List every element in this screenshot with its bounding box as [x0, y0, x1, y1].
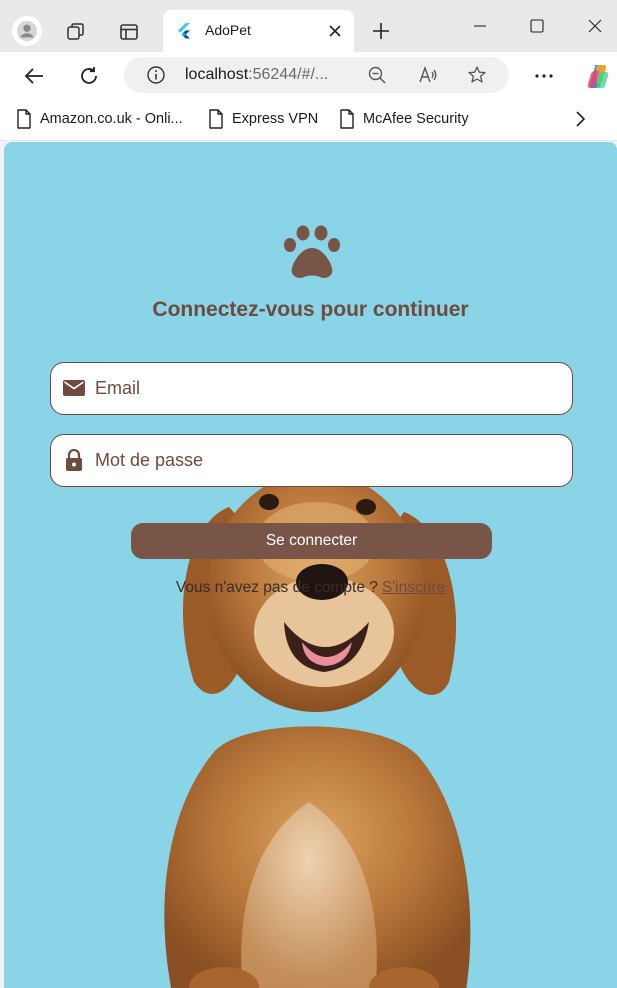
page-icon: [340, 109, 354, 129]
read-aloud-icon[interactable]: [418, 65, 438, 85]
bookmarks-bar: Amazon.co.uk - Onli... Express VPN McAfe…: [0, 98, 617, 141]
favorite-star-icon[interactable]: [467, 65, 487, 85]
chevron-right-icon[interactable]: [572, 110, 588, 128]
browser-tab-active[interactable]: AdoPet: [163, 10, 354, 52]
password-input[interactable]: [95, 435, 555, 485]
bookmark-label: Amazon.co.uk - Onli...: [40, 111, 183, 127]
site-info-icon[interactable]: [146, 65, 166, 85]
signup-prompt: Vous n'avez pas de compte ? S'inscrire: [4, 579, 617, 597]
maximize-icon[interactable]: [525, 14, 549, 38]
page-icon: [17, 109, 31, 129]
paw-icon: [284, 225, 340, 278]
bookmark-amazon[interactable]: Amazon.co.uk - Onli...: [16, 109, 183, 129]
vertical-tabs-icon[interactable]: [117, 20, 141, 44]
signup-link[interactable]: S'inscrire: [382, 579, 445, 596]
login-page: Connectez-vous pour continuer Se connect…: [4, 142, 617, 988]
profile-avatar[interactable]: [12, 16, 42, 46]
email-input[interactable]: [95, 363, 555, 413]
bookmark-label: McAfee Security: [363, 111, 469, 127]
page-icon: [209, 109, 223, 129]
page-title: Connectez-vous pour continuer: [152, 298, 469, 321]
back-arrow-icon[interactable]: [22, 64, 46, 88]
copilot-icon[interactable]: [584, 62, 612, 90]
no-account-text: Vous n'avez pas de compte ?: [175, 579, 378, 596]
password-field[interactable]: [50, 434, 573, 487]
url-text: localhost:56244/#/...: [185, 66, 328, 84]
envelope-icon: [63, 380, 85, 396]
tab-title: AdoPet: [205, 22, 251, 38]
lock-icon: [66, 448, 82, 471]
address-bar[interactable]: localhost:56244/#/...: [124, 57, 509, 93]
workspaces-icon[interactable]: [64, 20, 88, 44]
url-path: :56244/#/...: [248, 66, 329, 83]
browser-titlebar: AdoPet: [0, 0, 617, 52]
bookmark-mcafee[interactable]: McAfee Security: [339, 109, 469, 129]
close-tab-icon[interactable]: [326, 22, 344, 40]
more-menu-icon[interactable]: [532, 64, 556, 88]
url-host: localhost: [185, 66, 249, 83]
email-field[interactable]: [50, 362, 573, 415]
new-tab-icon[interactable]: [370, 20, 392, 42]
bookmark-express-vpn[interactable]: Express VPN: [208, 109, 318, 129]
bookmark-label: Express VPN: [232, 111, 319, 127]
login-button[interactable]: Se connecter: [131, 523, 492, 559]
browser-toolbar: localhost:56244/#/...: [0, 52, 617, 98]
zoom-out-icon[interactable]: [367, 65, 387, 85]
user-icon: [16, 20, 38, 42]
minimize-icon[interactable]: [468, 14, 492, 38]
refresh-icon[interactable]: [77, 64, 101, 88]
close-window-icon[interactable]: [583, 14, 607, 38]
flutter-icon: [178, 23, 190, 39]
